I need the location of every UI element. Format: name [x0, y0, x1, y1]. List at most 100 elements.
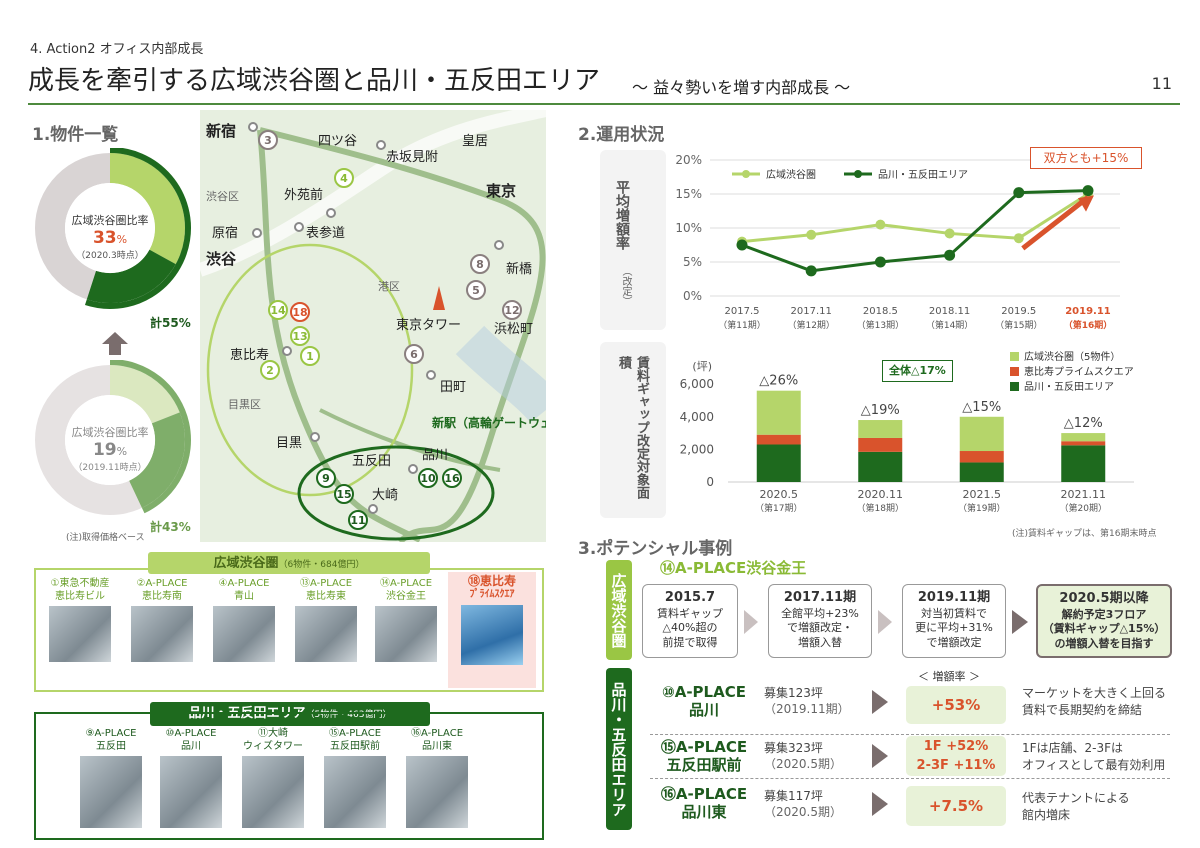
y-tick-label: 2,000	[680, 442, 714, 456]
bar-segment	[959, 416, 1004, 452]
x-tick-label: 2017.11	[791, 306, 832, 317]
bar-segment	[959, 462, 1004, 482]
map-label-shibuya-ward: 渋谷区	[206, 190, 239, 203]
building-photo	[80, 756, 142, 828]
step-card: 2017.11期 全館平均+23% で増額改定・ 増額入替	[768, 584, 872, 658]
rate-header: ＜ 増額率 ＞	[918, 670, 980, 683]
building-card: ⑩A-PLACE 品川	[150, 728, 232, 828]
x-tick-sublabel: （第17期）	[755, 502, 802, 514]
station-marker	[248, 122, 258, 132]
station-marker	[426, 370, 436, 380]
map-label-tamachi: 田町	[440, 380, 467, 395]
case-row-desc: 1Fは店舗、2-3Fは オフィスとして最有効利用	[1022, 740, 1165, 774]
map-label-minato-ward: 港区	[378, 280, 400, 293]
step-line: の増額入替を目指す	[1054, 637, 1154, 651]
building-card-prime: ⑱恵比寿 ﾌﾟﾗｲﾑｽｸｴｱ	[452, 574, 532, 665]
x-tick-sublabel: （第19期）	[958, 502, 1005, 514]
map-marker-9: 9	[316, 468, 336, 488]
case-row-desc: 代表テナントによる 館内増床	[1022, 790, 1130, 824]
step-line: で増額改定・	[787, 621, 853, 635]
x-tick-sublabel: （第18期）	[857, 502, 904, 514]
y-tick-label: 6,000	[680, 377, 714, 391]
case-name-line: 五反田駅前	[666, 756, 742, 774]
legend-swatch	[1010, 382, 1019, 391]
donut-2019-center: 広域渋谷圏比率 19% （2019.11時点）	[55, 424, 165, 473]
station-marker	[252, 228, 262, 238]
building-line2: 恵比寿ビル	[55, 590, 105, 602]
x-tick-sublabel: （第12期）	[787, 319, 834, 331]
legend-marker	[742, 170, 750, 178]
series-point	[806, 229, 817, 240]
map-marker-8: 8	[470, 254, 490, 274]
building-photo	[242, 756, 304, 828]
map-marker-2: 2	[260, 360, 280, 380]
case-desc-line: 1Fは店舗、2-3Fは	[1022, 741, 1124, 755]
series-point	[874, 256, 886, 268]
page-title: 成長を牽引する広域渋谷圏と品川・五反田エリア	[28, 66, 601, 96]
step-chevron	[744, 610, 758, 634]
map-label-shinbashi: 新橋	[506, 262, 533, 277]
y-tick-label: 15%	[675, 187, 702, 201]
building-card: ⑪大崎 ウィズタワー	[232, 728, 314, 828]
station-marker	[408, 464, 418, 474]
station-marker	[368, 504, 378, 514]
case-row-name: ⑯A-PLACE 品川東	[650, 785, 758, 821]
callout-text: 双方とも+15%	[1043, 151, 1129, 165]
step-arrow	[1012, 610, 1028, 634]
tag-shibuya: 広域渋谷圏	[606, 560, 632, 660]
series-line	[741, 192, 1089, 244]
map-label-tokyo: 東京	[486, 182, 517, 200]
case-row-info: 募集123坪 （2019.11期）	[764, 685, 850, 717]
station-marker	[282, 346, 292, 356]
building-line1: ⑯A-PLACE	[410, 728, 464, 739]
legend-label: 広域渋谷圏	[766, 168, 816, 181]
tag-shinagawa: 品川・五反田エリア	[606, 668, 632, 830]
building-card: ⑭A-PLACE 渋谷金王	[366, 578, 446, 662]
callout-both-15: 双方とも+15%	[1030, 147, 1142, 169]
station-marker	[326, 208, 336, 218]
x-tick-label: 2021.5	[963, 488, 1002, 501]
building-card: ②A-PLACE 恵比寿南	[122, 578, 202, 662]
map-marker-1: 1	[300, 346, 320, 366]
building-photo	[375, 606, 437, 662]
building-card: ⑨A-PLACE 五反田	[70, 728, 152, 828]
series-point	[875, 219, 886, 230]
map-label-shibuya: 渋谷	[206, 250, 237, 268]
y-tick-label: 20%	[675, 153, 702, 167]
building-line2: 恵比寿東	[306, 590, 346, 602]
building-card: ①東急不動産 恵比寿ビル	[40, 578, 120, 662]
building-card: ⑯A-PLACE 品川東	[396, 728, 478, 828]
section-heading-potential: 3.ポテンシャル事例	[578, 539, 733, 559]
series-line	[741, 189, 1089, 273]
x-tick-label: 2018.5	[863, 306, 898, 317]
map-marker-6: 6	[404, 344, 424, 364]
building-card: ⑮A-PLACE 五反田駅前	[314, 728, 396, 828]
series-point	[944, 228, 955, 239]
trend-arrow	[1021, 195, 1090, 251]
line-chart-ylabel-note: （改定）	[620, 266, 631, 306]
bar-segment	[756, 434, 801, 445]
bar-segment	[1061, 441, 1106, 446]
step-card-goal: 2020.5期以降 解約予定3フロア （賃料ギャップ△15%） の増額入替を目指す	[1036, 584, 1172, 658]
case-name-line: 品川	[688, 701, 719, 719]
y-tick-label: 5%	[683, 255, 702, 269]
bar-segment	[1061, 433, 1106, 442]
building-line1: ②A-PLACE	[136, 578, 188, 589]
legend-label: 広域渋谷圏（5物件）	[1024, 350, 1120, 363]
map-marker-14: 14	[268, 300, 288, 320]
x-tick-sublabel: （第16期）	[1064, 319, 1113, 331]
building-line2: ウィズタワー	[243, 740, 303, 752]
bar-chart-note: (注)賃料ギャップは、第16期末時点	[1012, 529, 1157, 539]
bar-label: △12%	[1064, 416, 1103, 431]
x-tick-label: 2020.5	[760, 488, 799, 501]
map-label-harajuku: 原宿	[212, 226, 239, 241]
page-number: 11	[1151, 74, 1172, 93]
row-arrow	[872, 744, 888, 768]
step-card: 2019.11期 対当初賃料で 更に平均+31% で増額改定	[902, 584, 1006, 658]
case-name-line: ⑯A-PLACE	[660, 785, 748, 803]
case-title: ⑭A-PLACE渋谷金王	[660, 559, 807, 577]
x-tick-label: 2019.11	[1065, 306, 1111, 317]
building-line1: ⑪大崎	[258, 728, 288, 739]
building-photo	[213, 606, 275, 662]
map-marker-4: 4	[334, 168, 354, 188]
